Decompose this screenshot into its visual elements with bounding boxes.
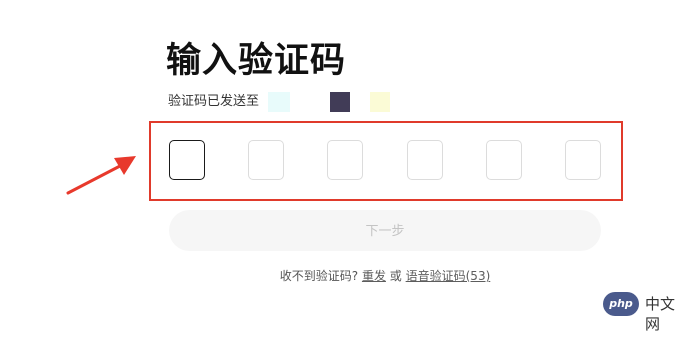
resend-prompt: 收不到验证码? xyxy=(279,269,359,283)
code-digit-input-4[interactable] xyxy=(407,140,443,180)
code-digit-input-1[interactable] xyxy=(169,140,205,180)
annotation-highlight-box xyxy=(149,121,623,201)
page-title: 输入验证码 xyxy=(166,41,347,81)
redacted-phone-swatch xyxy=(268,92,290,112)
php-logo-icon: php xyxy=(603,292,639,316)
resend-separator: 或 xyxy=(389,269,402,283)
sent-to-label: 验证码已发送至 xyxy=(168,94,260,109)
code-digit-input-5[interactable] xyxy=(486,140,522,180)
watermark-label: 中文网 xyxy=(645,295,676,333)
resend-link[interactable]: 重发 xyxy=(362,269,386,283)
code-digit-input-3[interactable] xyxy=(327,140,363,180)
code-digit-input-6[interactable] xyxy=(565,140,601,180)
annotation-arrow-icon xyxy=(66,156,136,195)
next-step-button[interactable]: 下一步 xyxy=(169,210,601,251)
redacted-phone-swatch xyxy=(370,92,390,112)
code-digit-input-2[interactable] xyxy=(248,140,284,180)
voice-code-link[interactable]: 语音验证码(53) xyxy=(406,269,491,283)
redacted-phone-swatch xyxy=(330,92,350,112)
resend-row: 收不到验证码? 重发 或 语音验证码(53) xyxy=(0,268,695,284)
site-watermark: php 中文网 xyxy=(603,291,688,333)
